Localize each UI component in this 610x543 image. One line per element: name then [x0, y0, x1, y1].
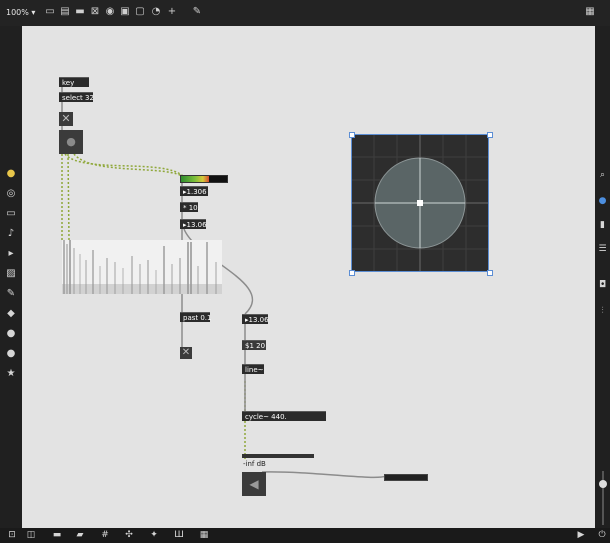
image-icon[interactable]: ▨ [0, 268, 22, 279]
objects-icon[interactable]: ▭ [0, 208, 22, 219]
mixer-icon[interactable]: ⫶ [595, 306, 610, 316]
grid-icon[interactable]: # [98, 530, 112, 540]
presentation-icon[interactable]: ▭ [44, 6, 56, 18]
microphone-icon[interactable]: ● [59, 130, 83, 154]
wrench-icon[interactable]: ✦ [147, 530, 161, 540]
selection-handle[interactable] [349, 270, 355, 276]
toolbar: 100% ▾ ▭ ▤ ▬ ⊠ ◉ ▣ ▢ ◔ + ✎ ▦ [0, 0, 610, 27]
packages-icon[interactable]: ◆ [0, 308, 22, 319]
edit-icon[interactable]: ✎ [191, 6, 203, 18]
power-icon[interactable]: ⏻ [595, 530, 609, 540]
add-object-icon[interactable]: + [166, 6, 178, 18]
layers-icon[interactable]: ▰ [73, 530, 87, 540]
browser-icon[interactable]: ◎ [0, 188, 22, 199]
snippets-icon[interactable]: ✎ [0, 288, 22, 299]
lock-icon[interactable]: ⊡ [5, 530, 19, 540]
keyboard-icon[interactable]: ▦ [197, 530, 211, 540]
comment-icon[interactable]: ▬ [74, 6, 86, 18]
button-icon[interactable]: ◉ [104, 6, 116, 18]
media-icon[interactable]: ▸ [0, 248, 22, 259]
presentation-mode-icon[interactable]: ◫ [24, 530, 38, 540]
help-icon[interactable]: ● [0, 348, 22, 359]
right-sidebar: ⌕ ● ▮ ☰ ◘ ⫶ [595, 26, 610, 528]
patchcord-mic-meter-2 [73, 153, 186, 179]
spectrogram-drawing [62, 240, 222, 294]
camera-icon[interactable]: ◘ [595, 280, 610, 290]
spectrogram-display [62, 240, 222, 294]
key-object[interactable]: key [59, 77, 89, 87]
play-icon[interactable]: ▶ [574, 530, 588, 540]
music-icon[interactable]: ♪ [0, 228, 22, 239]
recent-icon[interactable]: ● [0, 168, 22, 179]
number-value: 1.306 [186, 188, 207, 196]
patchcord-mic-sonogram-2 [67, 153, 70, 241]
selection-handle[interactable] [487, 270, 493, 276]
toggle[interactable]: ✕ [180, 347, 192, 359]
number-value: 13.06 [248, 316, 269, 324]
zoom-menu[interactable]: 100% ▾ [6, 8, 35, 17]
patchcord-mic-meter [64, 153, 184, 177]
zoom-slider-handle[interactable] [599, 480, 607, 488]
comment-icon[interactable]: ▬ [50, 530, 64, 540]
left-sidebar: ● ◎ ▭ ♪ ▸ ▨ ✎ ◆ ● ● ★ [0, 26, 22, 528]
snap-icon[interactable]: ✣ [122, 530, 136, 540]
gain-label: -inf dB [243, 460, 266, 468]
message-box[interactable]: $1 20 [242, 340, 266, 350]
level-meter-fill [181, 176, 209, 182]
selection-handle[interactable] [349, 132, 355, 138]
speaker-icon[interactable]: ◀ [242, 472, 266, 496]
level-meter [180, 175, 228, 183]
gain-slider[interactable] [242, 454, 314, 458]
patcher-canvas[interactable]: key select 32 ✕ ● ▸1.306 * 10. ▸13.06 pa… [22, 26, 595, 528]
info-icon[interactable]: ● [595, 196, 610, 206]
dial-icon[interactable]: ◔ [150, 6, 162, 18]
number-box[interactable]: ▸13.06 [242, 314, 269, 324]
zoom-label: 100% [6, 8, 29, 17]
selection-handle[interactable] [487, 132, 493, 138]
inspector-icon[interactable]: ▮ [595, 220, 610, 230]
list-icon[interactable]: ☰ [595, 244, 610, 254]
number-value: 13.06 [186, 221, 207, 229]
xy-pad-graphics [352, 135, 488, 271]
number-box[interactable]: ▸1.306 [180, 186, 208, 196]
patreon-icon[interactable]: ● [0, 328, 22, 339]
number-box[interactable]: ▸13.06 [180, 219, 207, 229]
favorites-icon[interactable]: ★ [0, 368, 22, 379]
columns-icon[interactable]: Ш [172, 530, 186, 540]
patchcord-dac-meter [261, 471, 391, 479]
grid-icon[interactable]: ▦ [584, 6, 596, 18]
line-object[interactable]: line~ [242, 364, 264, 374]
select-object[interactable]: select 32 [59, 92, 94, 102]
past-object[interactable]: past 0.1 [180, 312, 211, 322]
search-icon[interactable]: ⌕ [595, 170, 610, 180]
xy-pad[interactable] [351, 134, 489, 272]
output-meter [384, 474, 428, 481]
toggle-icon[interactable]: ▣ [119, 6, 131, 18]
toggle[interactable]: ✕ [59, 112, 73, 126]
multiply-object[interactable]: * 10. [180, 202, 200, 212]
patcher-window-icon[interactable]: ▤ [59, 6, 71, 18]
bottom-bar: ⊡ ◫ ▬ ▰ # ✣ ✦ Ш ▦ ▶ ⏻ [0, 528, 610, 543]
message-icon[interactable]: ⊠ [89, 6, 101, 18]
cycle-object[interactable]: cycle~ 440. [242, 411, 326, 421]
number-icon[interactable]: ▢ [134, 6, 146, 18]
